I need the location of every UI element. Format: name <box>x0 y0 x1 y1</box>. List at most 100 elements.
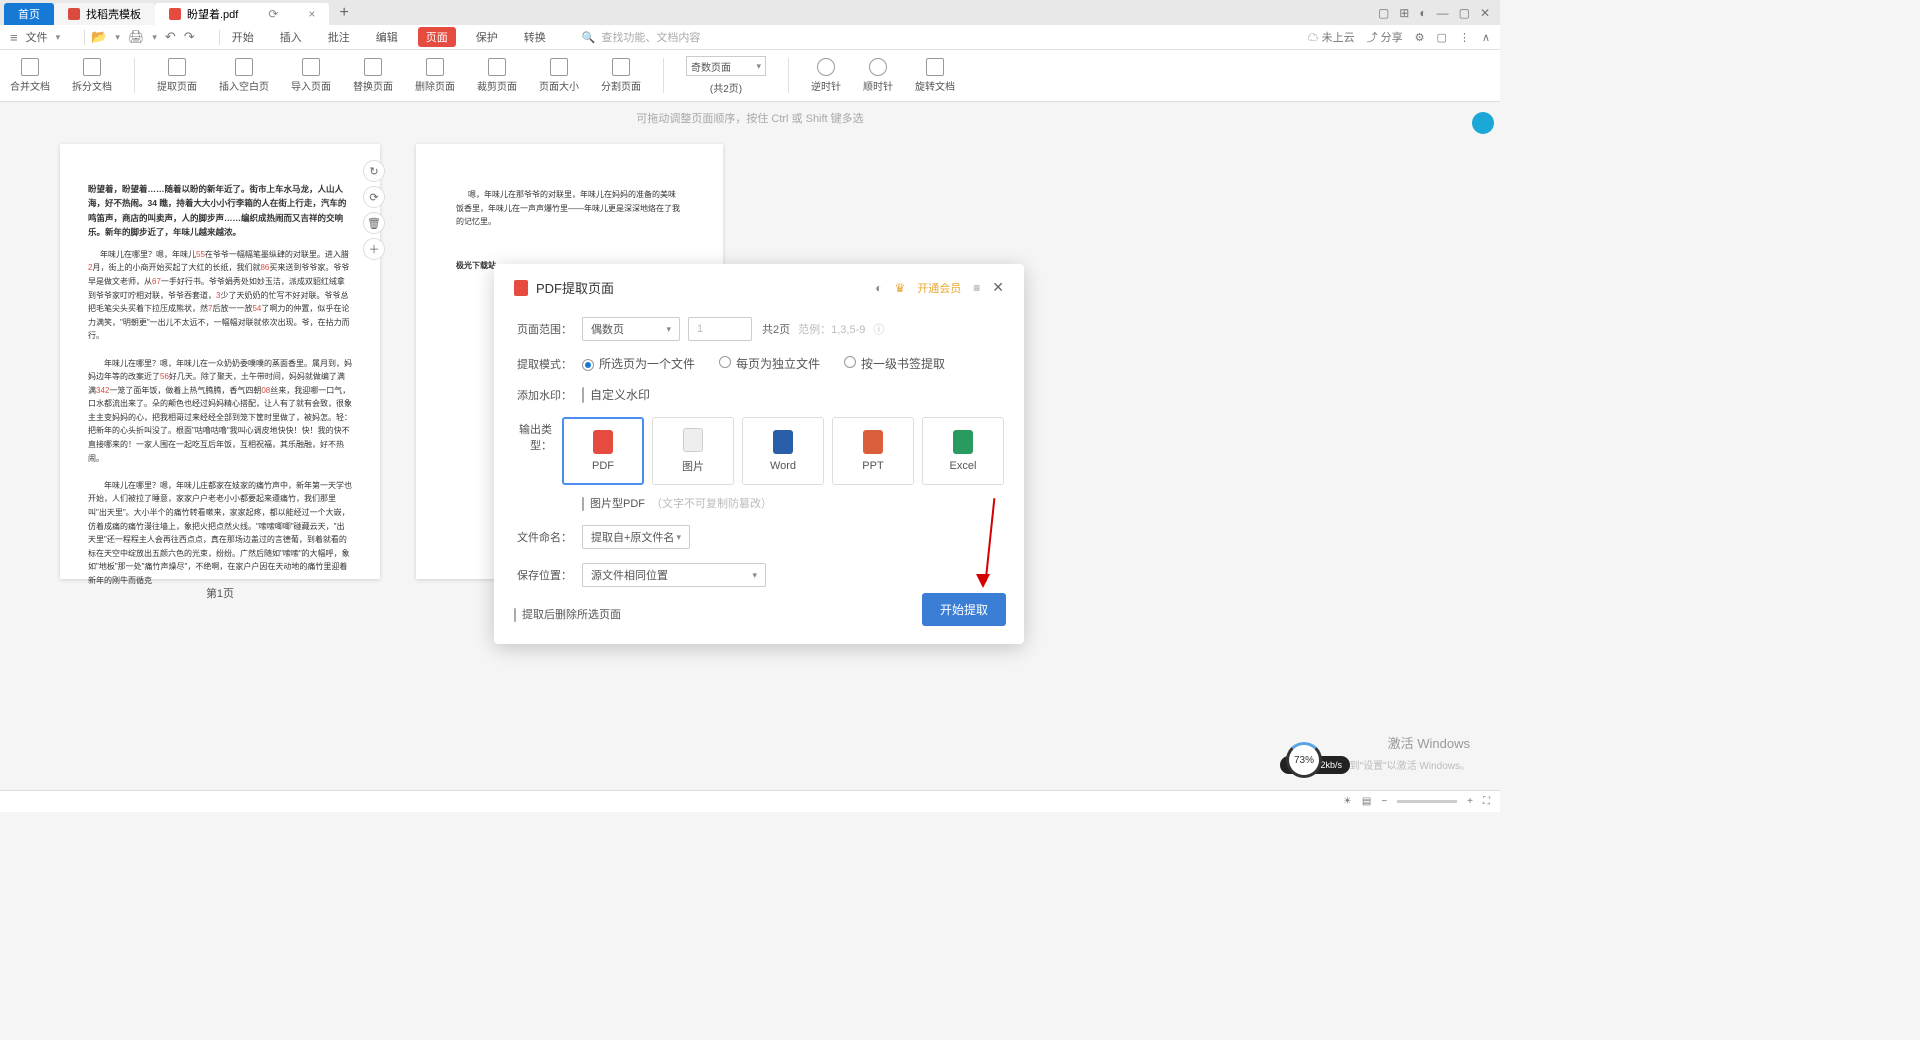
more-icon[interactable]: ⋮ <box>1459 31 1470 44</box>
replace-icon[interactable]: ⟳ <box>363 186 385 208</box>
close-button[interactable]: ✕ <box>992 279 1004 296</box>
avatar-icon[interactable]: ◐ <box>1419 6 1426 20</box>
page-1-wrap: 盼望着，盼望着……随着以盼的新年近了。街市上车水马龙，人山人海，好不热闹。34 … <box>60 144 380 601</box>
windows-activation-text: 激活 Windows <box>1388 733 1470 752</box>
tab-protect[interactable]: 保护 <box>470 27 504 47</box>
assistant-badge[interactable] <box>1472 112 1494 134</box>
print-icon[interactable]: 🖨 <box>128 29 145 45</box>
tab-start[interactable]: 开始 <box>226 27 260 47</box>
rotate-doc-button[interactable]: 旋转文档 <box>915 58 955 93</box>
tab-label: 盼望着.pdf <box>187 6 238 22</box>
layout-icon[interactable]: ▢ <box>1378 6 1389 20</box>
sidebar-toggle-icon[interactable]: ▢ <box>1437 31 1447 44</box>
add-icon[interactable]: ＋ <box>363 238 385 260</box>
delete-icon[interactable]: 🗑 <box>363 212 385 234</box>
extract-page-button[interactable]: 提取页面 <box>157 58 197 93</box>
tab-home[interactable]: 首页 <box>4 3 54 25</box>
zoom-slider[interactable] <box>1397 800 1457 803</box>
menu-icon[interactable]: ≡ <box>10 30 18 45</box>
brightness-icon[interactable]: ☀ <box>1343 796 1352 807</box>
page-range-select[interactable]: 偶数页▾ <box>582 317 680 341</box>
crop-page-button[interactable]: 裁剪页面 <box>477 58 517 93</box>
settings-icon[interactable]: ⚙ <box>1415 31 1425 44</box>
tab-insert[interactable]: 插入 <box>274 27 308 47</box>
rotate-ccw-button[interactable]: 逆时针 <box>811 58 841 93</box>
delete-after-check[interactable]: 提取后删除所选页面 <box>514 606 621 622</box>
page-toolbar: ↻ ⟳ 🗑 ＋ <box>363 160 385 260</box>
output-pdf-option[interactable]: PDF <box>562 417 644 485</box>
avatar-icon[interactable]: ◐ <box>875 281 882 295</box>
view-mode-icon[interactable]: ▤ <box>1362 796 1371 807</box>
tab-page[interactable]: 页面 <box>418 27 456 47</box>
ribbon-tabs: 开始 插入 批注 编辑 页面 保护 转换 <box>226 27 552 47</box>
output-ppt-option[interactable]: PPT <box>832 417 914 485</box>
delete-page-button[interactable]: 删除页面 <box>415 58 455 93</box>
new-tab-button[interactable]: + <box>329 4 358 22</box>
save-location-select[interactable]: 源文件相同位置▾ <box>582 563 766 587</box>
close-button[interactable]: ✕ <box>1480 6 1490 20</box>
info-icon[interactable]: ⓘ <box>873 321 884 337</box>
apps-icon[interactable]: ⊞ <box>1399 6 1409 20</box>
page-size-button[interactable]: 页面大小 <box>539 58 579 93</box>
pdf-icon <box>514 280 528 296</box>
split-page-button[interactable]: 分割页面 <box>601 58 641 93</box>
page-1-thumbnail[interactable]: 盼望着，盼望着……随着以盼的新年近了。街市上车水马龙，人山人海，好不热闹。34 … <box>60 144 380 579</box>
replace-page-button[interactable]: 替换页面 <box>353 58 393 93</box>
page-text: 盼望着，盼望着……随着以盼的新年近了。街市上车水马龙，人山人海，好不热闹。34 … <box>88 182 352 240</box>
split-docs-button[interactable]: 拆分文档 <box>72 58 112 93</box>
tab-annotate[interactable]: 批注 <box>322 27 356 47</box>
undo-icon[interactable]: ↶ <box>165 29 176 45</box>
zoom-in-button[interactable]: + <box>1467 796 1473 807</box>
tab-edit[interactable]: 编辑 <box>370 27 404 47</box>
tab-convert[interactable]: 转换 <box>518 27 552 47</box>
import-page-button[interactable]: 导入页面 <box>291 58 331 93</box>
image-pdf-check[interactable]: 图片型PDF <box>582 495 645 511</box>
menu-icon[interactable]: ≡ <box>973 281 980 295</box>
page-range-input[interactable]: 1 <box>688 317 752 341</box>
output-excel-option[interactable]: Excel <box>922 417 1004 485</box>
tab-template-store[interactable]: 找稻壳模板 <box>54 3 155 25</box>
rotate-cw-button[interactable]: 顺时针 <box>863 58 893 93</box>
insert-blank-button[interactable]: 插入空白页 <box>219 58 269 93</box>
maximize-button[interactable]: ▢ <box>1459 6 1470 20</box>
mode-by-bookmark[interactable]: 按一级书签提取 <box>844 355 945 372</box>
mode-per-page[interactable]: 每页为独立文件 <box>719 355 820 372</box>
merge-docs-button[interactable]: 合并文档 <box>10 58 50 93</box>
hint-bar: 可拖动调整页面顺序，按住 Ctrl 或 Shift 键多选 <box>0 102 1500 134</box>
mode-single-file[interactable]: 所选页为一个文件 <box>582 355 695 372</box>
zoom-out-button[interactable]: − <box>1381 796 1387 807</box>
tab-close-icon[interactable]: × <box>308 7 315 21</box>
file-menu[interactable]: 文件 <box>26 29 48 45</box>
document-tabbar: 首页 找稻壳模板 盼望着.pdf ⟳ × + ▢ ⊞ ◐ — ▢ ✕ <box>0 0 1500 25</box>
ribbon-toolbar: 合并文档 拆分文档 提取页面 插入空白页 导入页面 替换页面 删除页面 裁剪页面… <box>0 50 1500 102</box>
cloud-status[interactable]: ☁ 未上云 <box>1308 29 1355 45</box>
custom-watermark-check[interactable]: 自定义水印 <box>582 386 650 403</box>
page-filter-select[interactable]: 奇数页面▾ <box>686 56 766 76</box>
open-icon[interactable]: 📂 <box>91 29 107 45</box>
dialog-title: PDF提取页面 <box>536 278 614 297</box>
filename-label: 文件命名： <box>514 529 572 545</box>
annotation-arrow-head <box>976 574 990 588</box>
upgrade-link[interactable]: 开通会员 <box>917 280 961 296</box>
pdf-icon <box>169 8 181 20</box>
status-bar: ☀ ▤ − + ⛶ <box>0 790 1500 812</box>
filename-select[interactable]: 提取自+原文件名▾ <box>582 525 690 549</box>
tab-refresh-icon[interactable]: ⟳ <box>268 7 278 21</box>
extract-pdf-dialog: PDF提取页面 ◐ ♛ 开通会员 ≡ ✕ 页面范围： 偶数页▾ 1 共2页 范例… <box>494 264 1024 644</box>
collapse-icon[interactable]: ∧ <box>1482 31 1490 44</box>
tab-label: 找稻壳模板 <box>86 6 141 22</box>
output-image-option[interactable]: 图片 <box>652 417 734 485</box>
start-extract-button[interactable]: 开始提取 <box>922 593 1006 626</box>
rotate-icon[interactable]: ↻ <box>363 160 385 182</box>
total-pages-label: 共2页 <box>762 321 790 337</box>
search-box[interactable]: 🔍 查找功能、文档内容 <box>582 29 701 45</box>
perf-ring[interactable]: 73% <box>1286 742 1322 778</box>
minimize-button[interactable]: — <box>1437 6 1449 20</box>
share-button[interactable]: ⤴ 分享 <box>1367 29 1403 45</box>
page-filter-group: 奇数页面▾ (共2页) <box>686 56 766 95</box>
fullscreen-icon[interactable]: ⛶ <box>1483 796 1490 807</box>
tab-current-document[interactable]: 盼望着.pdf ⟳ × <box>155 3 329 25</box>
redo-icon[interactable]: ↷ <box>184 29 195 45</box>
output-word-option[interactable]: Word <box>742 417 824 485</box>
docer-icon <box>68 8 80 20</box>
